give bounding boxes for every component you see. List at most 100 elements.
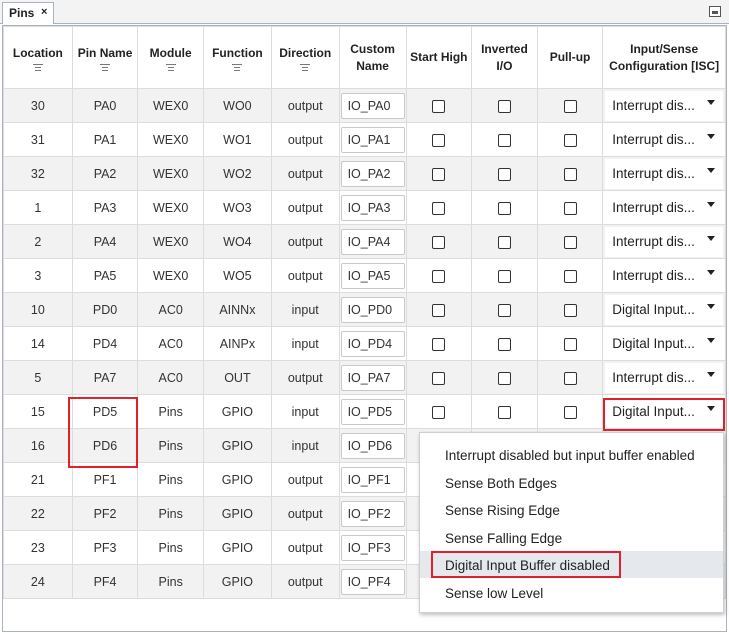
custom-name-input[interactable]: IO_PF3 <box>340 534 405 561</box>
isc-select[interactable]: Interrupt dis... <box>605 124 723 155</box>
start-high-checkbox[interactable] <box>432 371 446 385</box>
chevron-down-icon[interactable] <box>707 99 715 105</box>
column-header-location[interactable]: Location <box>3 26 73 89</box>
column-header-module[interactable]: Module <box>137 26 205 89</box>
isc-option[interactable]: Sense Rising Edge <box>420 496 723 523</box>
filter-icon[interactable] <box>165 63 176 71</box>
maximize-icon[interactable] <box>709 6 721 17</box>
custom-name-input[interactable]: IO_PA0 <box>340 92 405 119</box>
filter-icon[interactable] <box>32 63 43 71</box>
filter-icon[interactable] <box>100 63 111 71</box>
chevron-down-icon[interactable] <box>707 167 715 173</box>
start-high-checkbox[interactable] <box>432 99 446 113</box>
column-header-custom-name[interactable]: Custom Name <box>338 26 407 89</box>
custom-name-input[interactable]: IO_PA5 <box>340 262 405 289</box>
custom-name-input[interactable]: IO_PD4 <box>340 330 405 357</box>
pullup-checkbox[interactable] <box>563 337 577 351</box>
isc-select[interactable]: Digital Input... <box>605 396 723 427</box>
custom-name-input[interactable]: IO_PF1 <box>340 466 405 493</box>
cell-isc: Interrupt dis... <box>602 190 726 225</box>
isc-select[interactable]: Interrupt dis... <box>605 158 723 189</box>
start-high-checkbox[interactable] <box>432 133 446 147</box>
column-header-start-high[interactable]: Start High <box>405 26 473 89</box>
custom-name-input[interactable]: IO_PA2 <box>340 160 405 187</box>
isc-select[interactable]: Digital Input... <box>605 294 723 325</box>
chevron-down-icon[interactable] <box>707 405 715 411</box>
cell-pullup <box>536 360 604 395</box>
isc-select[interactable]: Interrupt dis... <box>605 90 723 121</box>
pullup-checkbox[interactable] <box>563 99 577 113</box>
inverted-checkbox[interactable] <box>497 133 511 147</box>
inverted-checkbox[interactable] <box>497 167 511 181</box>
pullup-checkbox[interactable] <box>563 303 577 317</box>
pullup-checkbox[interactable] <box>563 269 577 283</box>
inverted-checkbox[interactable] <box>497 371 511 385</box>
isc-select[interactable]: Digital Input... <box>605 328 723 359</box>
column-header-direction[interactable]: Direction <box>270 26 340 89</box>
isc-select[interactable]: Interrupt dis... <box>605 192 723 223</box>
start-high-checkbox[interactable] <box>432 303 446 317</box>
chevron-down-icon[interactable] <box>707 337 715 343</box>
cell-location: 24 <box>3 564 73 599</box>
pullup-checkbox[interactable] <box>563 371 577 385</box>
column-header-inverted[interactable]: Inverted I/O <box>471 26 538 89</box>
cell-function: AINPx <box>203 326 272 361</box>
isc-option[interactable]: Sense low Level <box>420 579 723 606</box>
pullup-checkbox[interactable] <box>563 133 577 147</box>
isc-select[interactable]: Interrupt dis... <box>605 362 723 393</box>
close-icon[interactable]: × <box>41 6 47 18</box>
isc-select[interactable]: Interrupt dis... <box>605 260 723 291</box>
cell-location: 2 <box>3 224 73 259</box>
filter-icon[interactable] <box>300 63 311 71</box>
inverted-checkbox[interactable] <box>497 235 511 249</box>
start-high-checkbox[interactable] <box>432 235 446 249</box>
isc-option[interactable]: Digital Input Buffer disabled <box>420 551 723 578</box>
column-header-isc[interactable]: Input/Sense Configuration [ISC] <box>602 26 726 89</box>
start-high-checkbox[interactable] <box>432 269 446 283</box>
filter-icon[interactable] <box>232 63 243 71</box>
custom-name-input[interactable]: IO_PA4 <box>340 228 405 255</box>
start-high-checkbox[interactable] <box>432 167 446 181</box>
custom-name-input[interactable]: IO_PD0 <box>340 296 405 323</box>
chevron-down-icon[interactable] <box>707 269 715 275</box>
cell-direction: output <box>270 564 340 599</box>
pullup-checkbox[interactable] <box>563 235 577 249</box>
custom-name-input[interactable]: IO_PF2 <box>340 500 405 527</box>
column-header-pin-name[interactable]: Pin Name <box>71 26 139 89</box>
isc-option[interactable]: Interrupt disabled but input buffer enab… <box>420 441 723 468</box>
chevron-down-icon[interactable] <box>707 371 715 377</box>
column-header-function[interactable]: Function <box>203 26 272 89</box>
chevron-down-icon[interactable] <box>707 133 715 139</box>
custom-name-input[interactable]: IO_PA7 <box>340 364 405 391</box>
chevron-down-icon[interactable] <box>707 235 715 241</box>
custom-name-input[interactable]: IO_PD5 <box>340 398 405 425</box>
column-header-pullup[interactable]: Pull-up <box>536 26 604 89</box>
cell-pin-name: PF1 <box>71 462 139 497</box>
custom-name-input[interactable]: IO_PA3 <box>340 194 405 221</box>
isc-select[interactable]: Interrupt dis... <box>605 226 723 257</box>
custom-name-input[interactable]: IO_PF4 <box>340 568 405 595</box>
tab-pins[interactable]: Pins × <box>2 2 54 24</box>
chevron-down-icon[interactable] <box>707 201 715 207</box>
isc-option[interactable]: Sense Both Edges <box>420 469 723 496</box>
isc-option[interactable]: Sense Falling Edge <box>420 524 723 551</box>
custom-name-input[interactable]: IO_PD6 <box>340 432 405 459</box>
pullup-checkbox[interactable] <box>563 405 577 419</box>
chevron-down-icon[interactable] <box>707 303 715 309</box>
inverted-checkbox[interactable] <box>497 337 511 351</box>
custom-name-input[interactable]: IO_PA1 <box>340 126 405 153</box>
start-high-checkbox[interactable] <box>432 201 446 215</box>
inverted-checkbox[interactable] <box>497 405 511 419</box>
pullup-checkbox[interactable] <box>563 167 577 181</box>
inverted-checkbox[interactable] <box>497 201 511 215</box>
pullup-checkbox[interactable] <box>563 201 577 215</box>
cell-isc: Interrupt dis... <box>602 156 726 191</box>
inverted-checkbox[interactable] <box>497 269 511 283</box>
start-high-checkbox[interactable] <box>432 337 446 351</box>
table-header: Location Pin Name Module Function Direction C… <box>3 26 726 89</box>
start-high-checkbox[interactable] <box>432 405 446 419</box>
cell-inverted <box>471 326 538 361</box>
inverted-checkbox[interactable] <box>497 99 511 113</box>
cell-isc: Interrupt dis... <box>602 224 726 259</box>
inverted-checkbox[interactable] <box>497 303 511 317</box>
